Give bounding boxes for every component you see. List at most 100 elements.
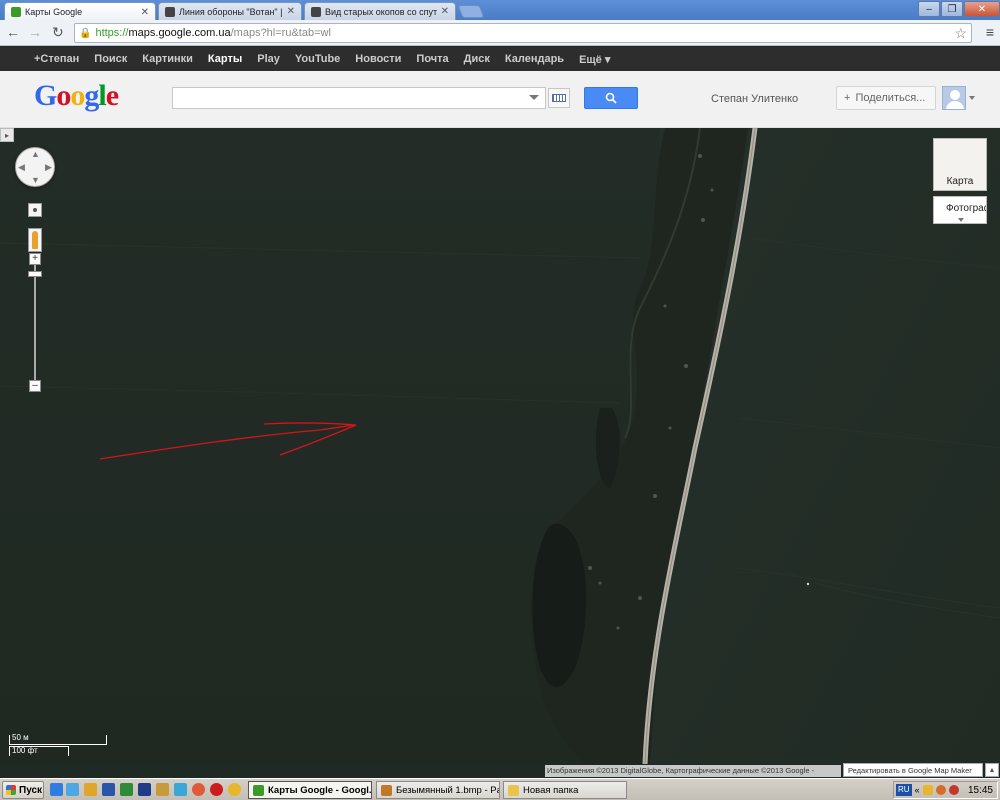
pan-right-icon[interactable]: ▶ — [45, 162, 52, 173]
new-tab-button[interactable] — [457, 5, 485, 18]
zoom-in-button[interactable]: + — [29, 253, 41, 265]
map-type-button[interactable]: Карта — [933, 138, 987, 191]
taskbar-item-folder[interactable]: Новая папка — [503, 781, 627, 799]
explorer-icon[interactable] — [66, 783, 79, 796]
logo-letter: l — [98, 79, 106, 112]
logo-letter: e — [105, 79, 119, 112]
pan-up-icon[interactable]: ▲ — [31, 149, 40, 159]
pan-down-icon[interactable]: ▼ — [31, 175, 40, 185]
tab-strip: Карты Google ✕ Линия обороны "Вотан" | R… — [0, 0, 1000, 21]
toolbar: ← → ↻ 🔒 https:// maps.google.com.ua /map… — [0, 20, 1000, 46]
scale-imperial: 100 фт — [12, 746, 38, 755]
opera-icon[interactable] — [210, 783, 223, 796]
tab-google-maps[interactable]: Карты Google ✕ — [4, 2, 156, 21]
start-button[interactable]: Пуск — [2, 781, 44, 799]
account-dropdown-icon[interactable] — [969, 96, 975, 100]
google-logo[interactable]: Google — [34, 79, 119, 113]
tray-app-icon[interactable] — [948, 785, 959, 795]
taskbar-item-paint[interactable]: Безымянный 1.bmp - Paint — [376, 781, 500, 799]
share-label: Поделиться... — [855, 92, 926, 104]
task-label: Карты Google - Googl... — [268, 784, 372, 796]
search-button[interactable] — [584, 87, 638, 109]
google-bar-item[interactable]: Новости — [355, 53, 401, 65]
minimize-button[interactable]: – — [918, 1, 940, 17]
google-bar: +Степан Поиск Картинки Карты Play YouTube Ново… — [0, 47, 1000, 71]
antivirus-icon[interactable] — [935, 785, 946, 795]
bookmark-star-icon[interactable]: ☆ — [954, 25, 967, 42]
start-label: Пуск — [19, 784, 43, 796]
pegman-icon[interactable] — [28, 228, 42, 252]
pan-control[interactable]: ▲ ▼ ◀ ▶ — [15, 147, 55, 187]
reset-view-button[interactable] — [28, 203, 42, 217]
keyboard-icon[interactable] — [548, 88, 570, 108]
tray-expand-icon[interactable]: « — [915, 785, 920, 795]
map-attribution: Изображения ©2013 DigitalGlobe, Картогра… — [545, 765, 841, 777]
app-icon[interactable] — [192, 783, 205, 796]
search-input[interactable] — [172, 87, 546, 109]
pan-left-icon[interactable]: ◀ — [18, 162, 25, 173]
address-bar[interactable]: 🔒 https:// maps.google.com.ua /maps?hl=r… — [74, 23, 972, 43]
google-bar-item[interactable]: Картинки — [142, 53, 193, 65]
back-button[interactable]: ← — [6, 24, 20, 40]
google-bar-item[interactable]: YouTube — [295, 53, 340, 65]
tray-app-icon[interactable] — [922, 785, 933, 795]
chrome-icon[interactable] — [228, 783, 241, 796]
app-icon[interactable] — [156, 783, 169, 796]
tab-wotan-line[interactable]: Линия обороны "Вотан" | RU ✕ — [158, 2, 302, 20]
satellite-map[interactable] — [0, 128, 1000, 764]
scale-metric: 50 м — [12, 733, 29, 742]
word-icon[interactable] — [102, 783, 115, 796]
expand-bottom-icon[interactable]: ▲ — [985, 763, 999, 777]
google-bar-item[interactable]: Карты — [208, 53, 242, 65]
url-host: maps.google.com.ua — [128, 27, 231, 39]
zoom-slider-track[interactable] — [34, 264, 36, 382]
google-bar-item[interactable]: Ещё ▾ — [579, 53, 610, 66]
photo-type-button[interactable]: Фотографии — [933, 196, 987, 224]
app-icon[interactable] — [174, 783, 187, 796]
language-indicator[interactable]: RU — [896, 784, 912, 796]
google-bar-item[interactable]: Диск — [464, 53, 490, 65]
chevron-down-icon — [958, 218, 964, 222]
tab-close-icon[interactable]: ✕ — [287, 6, 295, 17]
dot-icon — [33, 208, 37, 212]
forward-button[interactable]: → — [28, 24, 42, 40]
folder-icon — [508, 784, 519, 796]
maps-header: Google Степан Улитенко + Поделиться... — [0, 71, 1000, 128]
close-window-button[interactable]: ✕ — [964, 1, 1000, 17]
user-name[interactable]: Степан Улитенко — [711, 93, 798, 105]
save-icon[interactable] — [138, 783, 151, 796]
google-bar-item[interactable]: Почта — [416, 53, 448, 65]
tab-old-trenches[interactable]: Вид старых окопов со спут ✕ — [304, 2, 456, 20]
url-path: /maps?hl=ru&tab=wl — [230, 27, 331, 39]
avatar[interactable] — [942, 86, 966, 110]
google-bar-item[interactable]: Поиск — [94, 53, 127, 65]
photo-type-label: Фотографии — [946, 203, 986, 214]
windows-logo-icon — [6, 785, 16, 795]
task-label: Новая папка — [523, 784, 579, 796]
logo-letter: G — [34, 79, 57, 112]
page-favicon-icon — [165, 6, 175, 17]
google-bar-item[interactable]: +Степан — [34, 53, 79, 65]
collapse-panel-button[interactable]: ▸ — [0, 128, 14, 142]
google-bar-item[interactable]: Календарь — [505, 53, 564, 65]
tab-close-icon[interactable]: ✕ — [441, 6, 449, 17]
app-icon[interactable] — [84, 783, 97, 796]
taskbar: Пуск Карты Google - Googl... Безымянный … — [0, 778, 1000, 800]
excel-icon[interactable] — [120, 783, 133, 796]
search-dropdown-icon[interactable] — [529, 95, 539, 100]
taskbar-item-chrome[interactable]: Карты Google - Googl... — [248, 781, 372, 799]
google-maps-favicon-icon — [11, 7, 21, 17]
google-bar-item[interactable]: Play — [257, 53, 280, 65]
share-button[interactable]: + Поделиться... — [836, 86, 936, 110]
zoom-out-button[interactable]: – — [29, 380, 41, 392]
logo-letter: o — [56, 79, 71, 112]
logo-letter: g — [84, 79, 99, 112]
zoom-slider-thumb[interactable] — [28, 271, 42, 277]
ie-icon[interactable] — [50, 783, 63, 796]
browser-menu-icon[interactable]: ≡ — [986, 24, 994, 40]
maximize-button[interactable]: ❐ — [941, 1, 963, 17]
reload-button[interactable]: ↻ — [52, 24, 64, 41]
map-maker-link[interactable]: Редактировать в Google Map Maker — [843, 763, 983, 777]
red-annotation-arrow — [99, 422, 357, 460]
tab-close-icon[interactable]: ✕ — [141, 7, 149, 18]
